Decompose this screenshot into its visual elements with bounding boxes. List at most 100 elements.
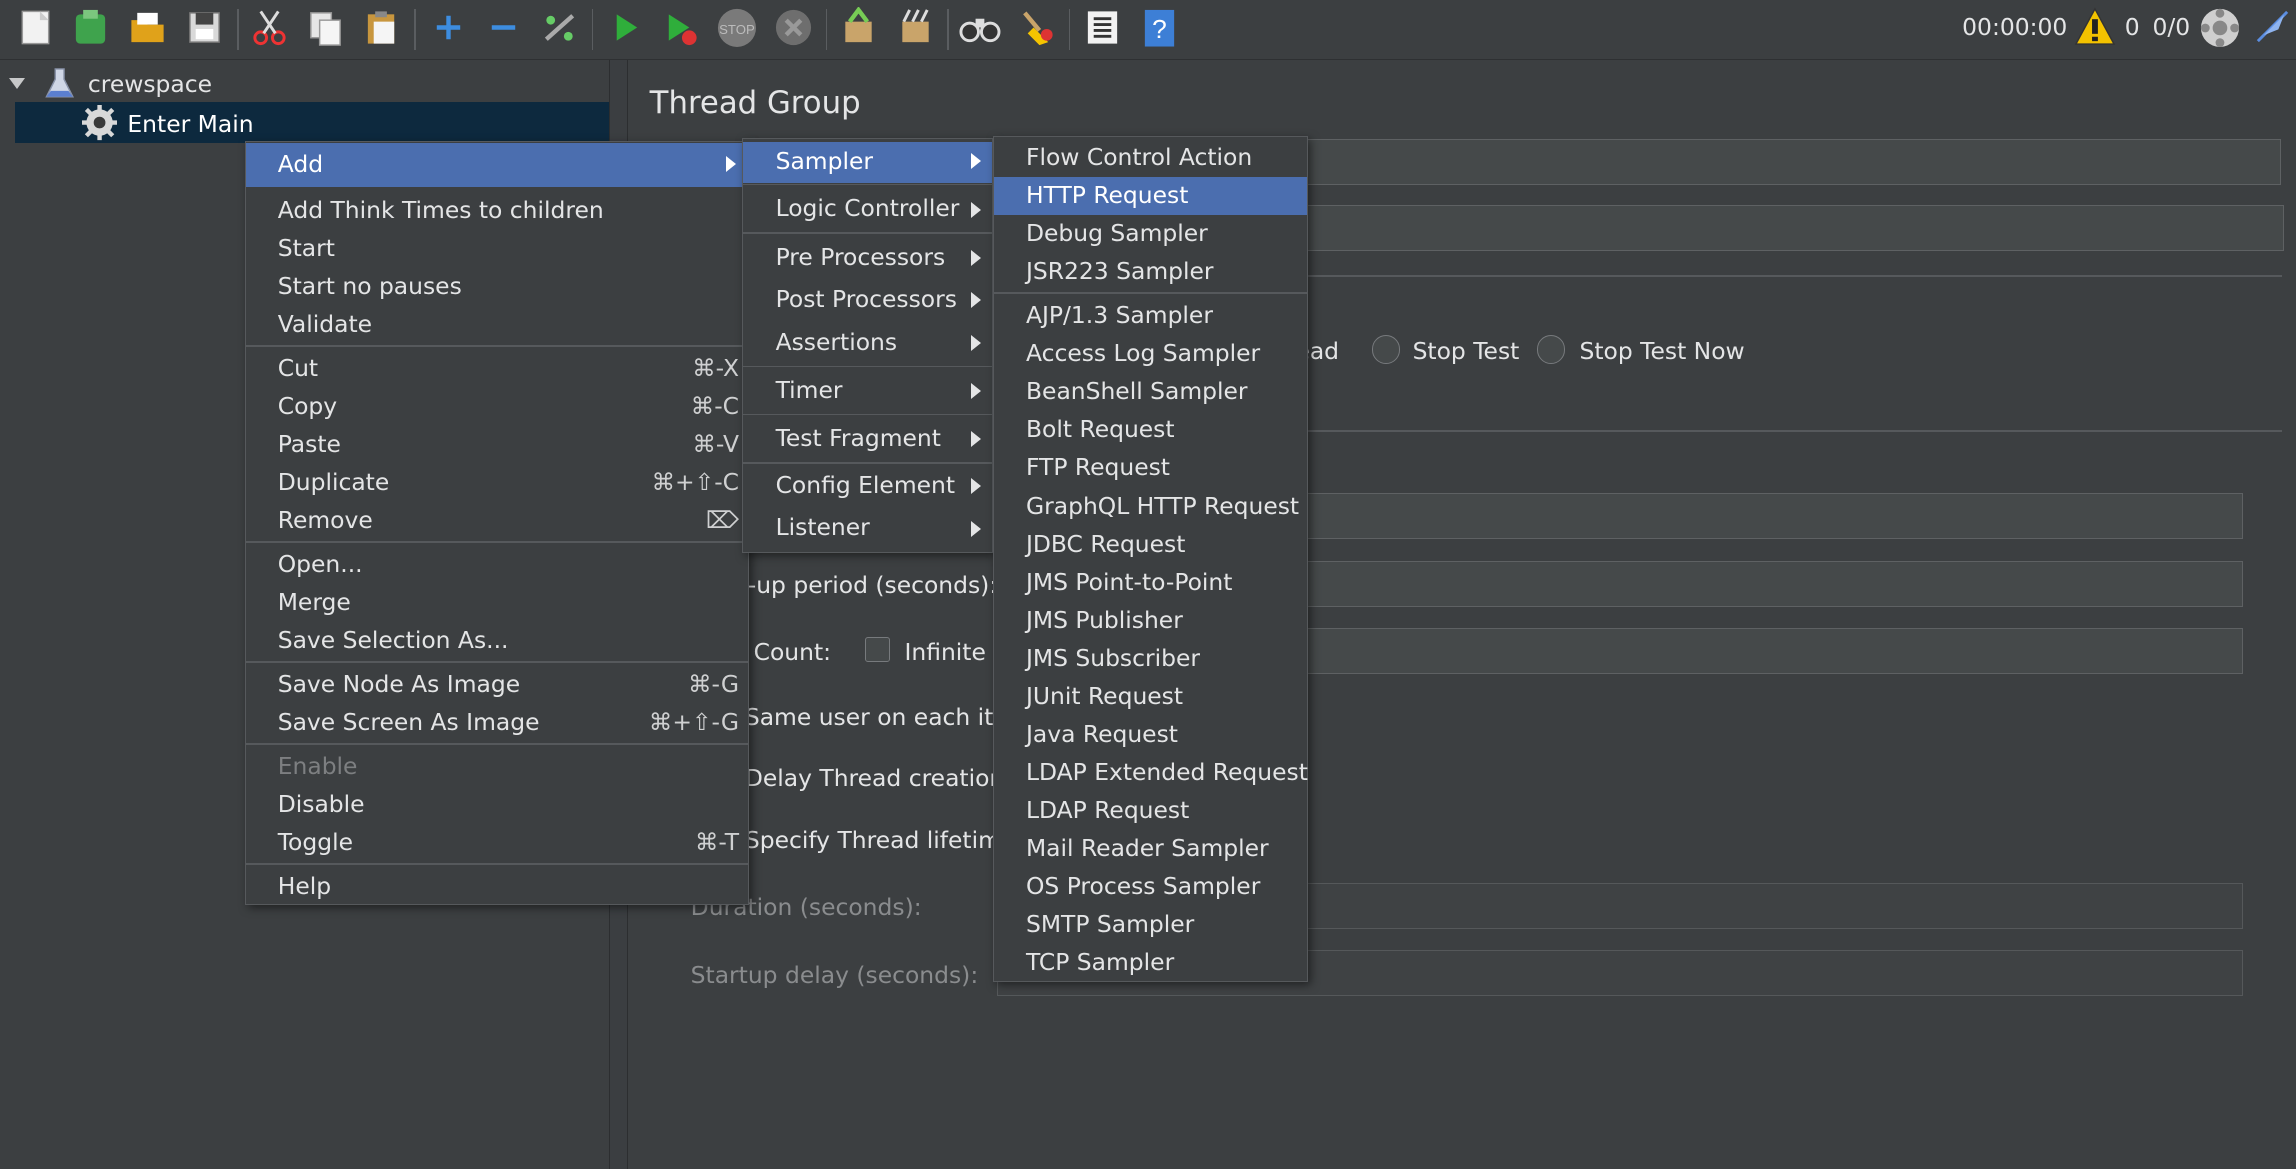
name-field[interactable]	[1289, 139, 2282, 186]
help-icon[interactable]: ?	[1136, 4, 1183, 51]
tree-row-enter-main[interactable]: Enter Main	[14, 102, 610, 144]
stop-icon[interactable]: STOP	[713, 4, 760, 51]
menu-disable[interactable]: Disable	[246, 786, 748, 824]
menu-save-node-image[interactable]: Save Node As Image ⌘-G	[246, 666, 748, 704]
elapsed-time: 00:00:00	[1962, 13, 2068, 42]
loop-count-field[interactable]	[1289, 628, 2244, 675]
menu-add-think-times[interactable]: Add Think Times to children	[246, 191, 748, 229]
toolbar: STOP ? 00:00:00 0 0/0	[0, 0, 2296, 60]
warning-icon[interactable]	[2073, 6, 2117, 55]
menu-listener[interactable]: Listener	[743, 509, 992, 547]
comments-field[interactable]	[1289, 204, 2285, 251]
menu-access-log-sampler[interactable]: Access Log Sampler	[994, 335, 1307, 373]
warning-count: 0	[2124, 13, 2140, 42]
menu-jms-point-to-point[interactable]: JMS Point-to-Point	[994, 563, 1307, 601]
infinite-label: Infinite	[904, 638, 986, 667]
menu-add[interactable]: Add	[245, 143, 748, 187]
stop-test-now-label: Stop Test Now	[1579, 336, 1745, 365]
menu-junit-request[interactable]: JUnit Request	[994, 677, 1307, 715]
templates-icon[interactable]	[67, 4, 114, 51]
reset-search-broom-icon[interactable]	[1013, 4, 1060, 51]
menu-assertions[interactable]: Assertions	[743, 323, 992, 361]
menu-ldap-request[interactable]: LDAP Request	[994, 792, 1307, 830]
menu-jdbc-request[interactable]: JDBC Request	[994, 525, 1307, 563]
save-icon[interactable]	[182, 4, 229, 51]
expand-icon[interactable]	[425, 4, 472, 51]
logger-feather-icon[interactable]	[2252, 6, 2293, 55]
same-user-label[interactable]: Same user on each itera	[745, 703, 1032, 731]
stop-test-label: Stop Test	[1412, 336, 1520, 365]
menu-tcp-sampler[interactable]: TCP Sampler	[994, 944, 1307, 982]
svg-text:?: ?	[1152, 14, 1167, 44]
delay-thread-label[interactable]: Delay Thread creation u	[745, 764, 1027, 792]
open-folder-icon[interactable]	[124, 4, 171, 51]
loop-count-label: Count:	[753, 638, 832, 667]
menu-post-processors[interactable]: Post Processors	[743, 281, 992, 319]
menu-start[interactable]: Start	[246, 229, 748, 267]
page-title: Thread Group	[649, 84, 861, 121]
start-icon[interactable]	[602, 4, 649, 51]
menu-duplicate[interactable]: Duplicate ⌘+⇧-C	[246, 464, 748, 502]
rampup-field[interactable]	[1289, 560, 2244, 607]
menu-beanshell-sampler[interactable]: BeanShell Sampler	[994, 373, 1307, 411]
tree-root-label[interactable]: crewspace	[88, 70, 212, 98]
menu-sampler[interactable]: Sampler	[743, 141, 993, 183]
function-helper-icon[interactable]	[1079, 4, 1126, 51]
menu-save-selection[interactable]: Save Selection As...	[246, 622, 748, 660]
menu-copy[interactable]: Copy ⌘-C	[246, 388, 748, 426]
collapse-icon[interactable]	[480, 4, 527, 51]
menu-remove[interactable]: Remove ⌦	[246, 502, 748, 540]
thread-lifetime-label[interactable]: Specify Thread lifetime	[745, 826, 1015, 854]
stop-test-radio[interactable]	[1371, 335, 1400, 364]
remote-status-icon	[2198, 6, 2242, 58]
menu-jsr223-sampler[interactable]: JSR223 Sampler	[994, 253, 1307, 291]
menu-pre-processors[interactable]: Pre Processors	[743, 238, 992, 276]
copy-icon[interactable]	[302, 4, 349, 51]
clear-icon[interactable]	[835, 4, 882, 51]
menu-timer[interactable]: Timer	[743, 371, 992, 409]
menu-mail-reader-sampler[interactable]: Mail Reader Sampler	[994, 830, 1307, 868]
sampler-submenu: Flow Control Action HTTP Request Debug S…	[992, 136, 1309, 982]
menu-cut[interactable]: Cut ⌘-X	[246, 349, 748, 387]
toggle-icon[interactable]	[536, 4, 583, 51]
menu-java-request[interactable]: Java Request	[994, 716, 1307, 754]
paste-icon[interactable]	[359, 4, 406, 51]
menu-os-process-sampler[interactable]: OS Process Sampler	[994, 868, 1307, 906]
add-submenu: Sampler Logic Controller Pre Processors …	[742, 137, 994, 553]
menu-http-request[interactable]: HTTP Request	[993, 176, 1308, 215]
menu-ajp-sampler[interactable]: AJP/1.3 Sampler	[994, 297, 1307, 335]
menu-save-screen-image[interactable]: Save Screen As Image ⌘+⇧-G	[246, 704, 748, 742]
menu-graphql-request[interactable]: GraphQL HTTP Request	[994, 487, 1307, 525]
tree-child-label: Enter Main	[127, 109, 254, 138]
rampup-label: -up period (seconds):	[747, 571, 998, 600]
expand-arrow-icon[interactable]	[8, 77, 25, 89]
menu-paste[interactable]: Paste ⌘-V	[246, 426, 748, 464]
menu-smtp-sampler[interactable]: SMTP Sampler	[994, 906, 1307, 944]
cut-icon[interactable]	[246, 4, 293, 51]
menu-start-no-pauses[interactable]: Start no pauses	[246, 267, 748, 305]
menu-jms-subscriber[interactable]: JMS Subscriber	[994, 639, 1307, 677]
new-file-icon[interactable]	[12, 4, 59, 51]
menu-jms-publisher[interactable]: JMS Publisher	[994, 601, 1307, 639]
svg-text:STOP: STOP	[719, 22, 755, 37]
threads-field[interactable]	[1289, 493, 2244, 540]
menu-bolt-request[interactable]: Bolt Request	[994, 411, 1307, 449]
menu-logic-controller[interactable]: Logic Controller	[743, 190, 992, 228]
infinite-checkbox[interactable]	[864, 636, 891, 663]
menu-help[interactable]: Help	[246, 868, 748, 906]
menu-debug-sampler[interactable]: Debug Sampler	[994, 215, 1307, 253]
menu-validate[interactable]: Validate	[246, 306, 748, 344]
start-no-pauses-icon[interactable]	[657, 4, 704, 51]
search-binoculars-icon[interactable]	[956, 4, 1003, 51]
menu-ldap-extended-request[interactable]: LDAP Extended Request	[994, 754, 1308, 792]
stop-test-now-radio[interactable]	[1537, 335, 1566, 364]
menu-toggle[interactable]: Toggle ⌘-T	[246, 824, 748, 862]
menu-flow-control-action[interactable]: Flow Control Action	[994, 139, 1307, 177]
menu-open[interactable]: Open...	[246, 546, 748, 584]
clear-all-icon[interactable]	[892, 4, 939, 51]
menu-merge[interactable]: Merge	[246, 584, 748, 622]
menu-test-fragment[interactable]: Test Fragment	[743, 420, 992, 458]
shutdown-icon[interactable]	[770, 4, 817, 51]
menu-ftp-request[interactable]: FTP Request	[994, 449, 1307, 487]
menu-config-element[interactable]: Config Element	[743, 467, 992, 505]
